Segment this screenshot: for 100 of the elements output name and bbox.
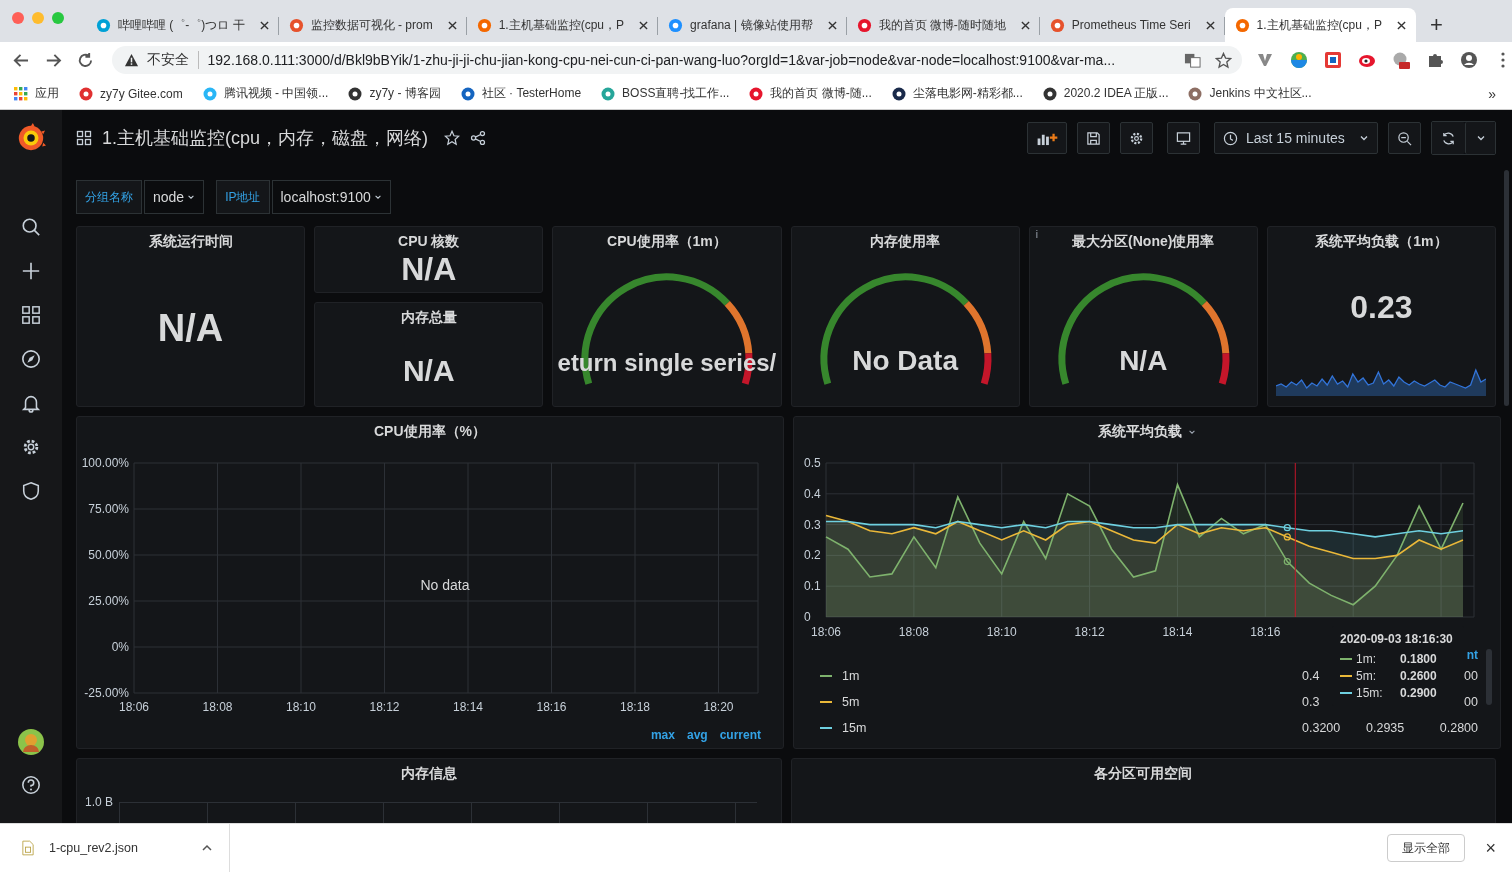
close-tab-icon[interactable] bbox=[1205, 20, 1215, 30]
more-bookmarks-button[interactable]: » bbox=[1488, 85, 1496, 102]
site-logo-icon bbox=[668, 17, 684, 33]
panel-title[interactable]: 内存信息 bbox=[400, 765, 457, 783]
star-icon[interactable] bbox=[1215, 51, 1232, 69]
site-logo-icon bbox=[601, 86, 616, 101]
axis-label: 25.00% bbox=[88, 594, 129, 608]
browser-tab[interactable]: Prometheus Time Seri bbox=[1039, 8, 1225, 42]
close-tab-icon[interactable] bbox=[1396, 20, 1406, 30]
bookmark[interactable]: zy7y Gitee.com bbox=[79, 86, 183, 101]
browser-tab[interactable]: 监控数据可视化 - prom bbox=[278, 8, 467, 42]
scrollbar[interactable] bbox=[1486, 649, 1492, 705]
bookmark[interactable]: zy7y - 博客园 bbox=[348, 85, 441, 102]
legend-item[interactable]: 15m bbox=[820, 721, 1302, 735]
no-data-message: No data bbox=[419, 577, 471, 593]
caret-icon bbox=[1475, 133, 1486, 143]
panel-title[interactable]: 各分区可用空间 bbox=[1094, 765, 1193, 783]
account-icon[interactable] bbox=[1460, 51, 1478, 69]
bookmark[interactable]: 腾讯视频 - 中国领... bbox=[202, 85, 329, 102]
panel-title[interactable]: 内存使用率 bbox=[870, 233, 941, 251]
close-tab-icon[interactable] bbox=[827, 20, 837, 30]
caret-icon bbox=[373, 193, 382, 201]
compass-icon[interactable] bbox=[21, 349, 41, 369]
grid-icon[interactable] bbox=[21, 305, 41, 325]
v-logo-icon[interactable] bbox=[1256, 51, 1274, 69]
spiral-logo-icon[interactable] bbox=[16, 123, 46, 153]
time-range-picker[interactable]: Last 15 minutes bbox=[1214, 122, 1378, 154]
browser-tab[interactable]: 哔哩哔哩 (゜-゜)つロ 干 bbox=[86, 8, 279, 42]
close-button[interactable]: × bbox=[1479, 836, 1502, 860]
close-tab-icon[interactable] bbox=[259, 20, 269, 30]
bookmark[interactable]: 我的首页 微博-随... bbox=[749, 85, 872, 102]
legend-item[interactable]: 1m bbox=[820, 669, 1302, 683]
scrollbar[interactable] bbox=[1504, 170, 1509, 406]
tooltip-value: 0.2900 bbox=[1400, 686, 1437, 700]
puzzle-icon[interactable] bbox=[1426, 51, 1444, 69]
legend-value: 0.2935 bbox=[1366, 721, 1405, 735]
plus-icon[interactable] bbox=[21, 261, 41, 281]
translate-icon[interactable] bbox=[1184, 51, 1201, 69]
show-all-button[interactable]: 显示全部 bbox=[1387, 834, 1466, 862]
close-tab-icon[interactable] bbox=[1020, 20, 1030, 30]
legend-item[interactable]: 5m bbox=[820, 695, 1302, 709]
tv-mode-button[interactable] bbox=[1167, 122, 1200, 154]
bell-icon[interactable] bbox=[21, 393, 41, 413]
axis-label: 18:18 bbox=[620, 700, 650, 714]
fe-logo-icon[interactable] bbox=[1324, 51, 1342, 69]
save-button[interactable] bbox=[1077, 122, 1110, 154]
close-tab-icon[interactable] bbox=[639, 20, 649, 30]
refresh-button[interactable] bbox=[1432, 122, 1465, 154]
download-item[interactable]: 1-cpu_rev2.json bbox=[0, 824, 230, 872]
share-icon[interactable] bbox=[470, 130, 487, 146]
close-tab-icon[interactable] bbox=[447, 20, 457, 30]
bookmark[interactable]: Jenkins 中文社区... bbox=[1188, 85, 1312, 102]
axis-label: 0.1 bbox=[804, 579, 821, 594]
panel-title[interactable]: 系统平均负载 bbox=[1097, 423, 1197, 447]
browser-tab[interactable]: 1.主机基础监控(cpu，P bbox=[1224, 8, 1416, 42]
variable-label: 分组名称 bbox=[76, 180, 142, 214]
legend-value: 0.4 bbox=[1302, 669, 1320, 683]
zoom-out-button[interactable] bbox=[1388, 122, 1421, 154]
panel-title[interactable]: 最大分区(None)使用率 bbox=[1072, 233, 1215, 251]
bookmark[interactable]: 应用 bbox=[14, 85, 59, 102]
gauge-value: No Data bbox=[851, 345, 960, 377]
panel-title[interactable]: 内存总量 bbox=[400, 309, 457, 327]
add-panel-button[interactable] bbox=[1027, 122, 1067, 154]
axis-label: 18:16 bbox=[1250, 625, 1281, 639]
bookmark[interactable]: BOSS直聘-找工作... bbox=[601, 85, 730, 102]
new-tab-button[interactable]: + bbox=[1423, 8, 1449, 42]
address-bar[interactable]: 不安全 192.168.0.111:3000/d/Bkl9bBYik/1-zhu-ji-ji-chu-jian-kong-cpu-nei-cun-ci-pan-wang-luo?orgId=1&var-job=node&var-node=localhost:9100&var-ma... bbox=[111, 46, 1242, 74]
avatar-icon[interactable] bbox=[18, 729, 44, 755]
bookmark[interactable]: 尘落电影网-精彩都... bbox=[891, 85, 1023, 102]
tooltip-value: 0.1800 bbox=[1400, 652, 1437, 666]
panel-title[interactable]: CPU 核数 bbox=[398, 233, 460, 251]
stat-value: 0.23 bbox=[1350, 289, 1413, 326]
variable-dropdown[interactable]: localhost:9100 bbox=[271, 180, 391, 214]
axis-label: 18:12 bbox=[1074, 625, 1105, 639]
bookmark[interactable]: 社区 · TesterHome bbox=[460, 85, 582, 102]
variable-dropdown[interactable]: node bbox=[144, 180, 205, 214]
site-logo-icon bbox=[1188, 86, 1203, 101]
settings-icon[interactable] bbox=[21, 437, 41, 457]
site-logo-icon bbox=[749, 86, 764, 101]
info-marker[interactable]: i bbox=[1035, 229, 1038, 240]
panel-title[interactable]: 系统平均负载（1m） bbox=[1315, 233, 1448, 251]
bookmark[interactable]: 2020.2 IDEA 正版... bbox=[1042, 85, 1169, 102]
dashboard-title[interactable]: 1.主机基础监控(cpu，内存，磁盘，网络) bbox=[102, 126, 429, 150]
dashboard-grid-icon[interactable] bbox=[76, 130, 92, 146]
help-icon[interactable] bbox=[21, 775, 41, 795]
settings-button[interactable] bbox=[1120, 122, 1153, 154]
panel-title[interactable]: 系统运行时间 bbox=[148, 233, 233, 251]
browser-tab[interactable]: 1.主机基础监控(cpu，P bbox=[466, 8, 659, 42]
shield-icon[interactable] bbox=[21, 481, 41, 501]
panel-title[interactable]: CPU使用率（1m） bbox=[607, 233, 727, 251]
legend-column-header[interactable]: current bbox=[719, 728, 761, 742]
site-logo-icon bbox=[202, 86, 217, 101]
legend-column-header[interactable]: max bbox=[650, 728, 675, 742]
apps-icon bbox=[14, 86, 28, 101]
search-icon[interactable] bbox=[21, 217, 41, 237]
browser-tab[interactable]: grafana | 镜像站使用帮 bbox=[658, 8, 847, 42]
legend-column-header[interactable]: avg bbox=[686, 728, 708, 742]
site-logo-icon bbox=[1049, 17, 1065, 33]
browser-tab[interactable]: 我的首页 微博-随时随地 bbox=[846, 8, 1040, 42]
panel-title[interactable]: CPU使用率（%） bbox=[374, 423, 486, 447]
